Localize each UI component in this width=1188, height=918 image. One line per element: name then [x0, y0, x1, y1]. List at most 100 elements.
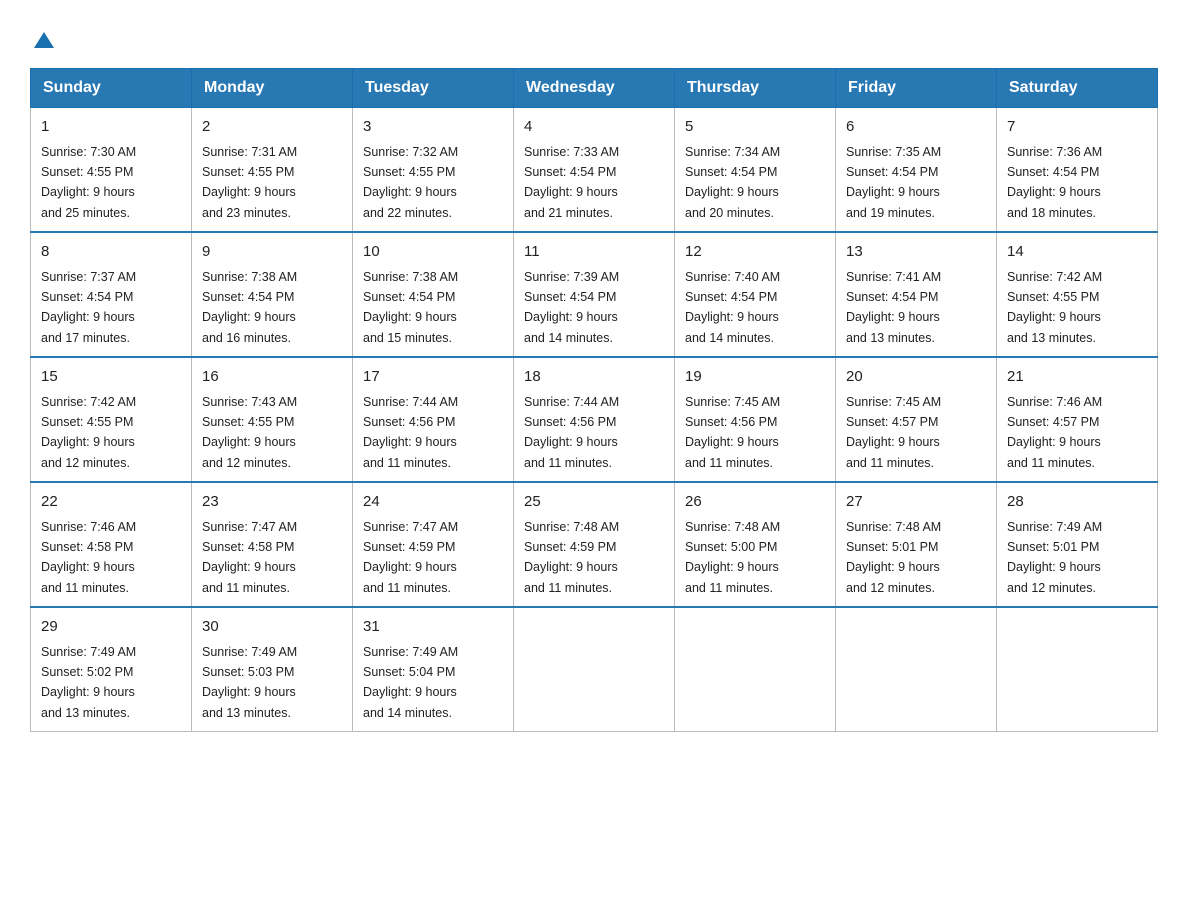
day-info: Sunrise: 7:45 AMSunset: 4:56 PMDaylight:… — [685, 395, 780, 470]
calendar-week-row: 8 Sunrise: 7:37 AMSunset: 4:54 PMDayligh… — [31, 232, 1158, 357]
calendar-cell: 22 Sunrise: 7:46 AMSunset: 4:58 PMDaylig… — [31, 482, 192, 607]
calendar-cell: 27 Sunrise: 7:48 AMSunset: 5:01 PMDaylig… — [836, 482, 997, 607]
calendar-cell: 10 Sunrise: 7:38 AMSunset: 4:54 PMDaylig… — [353, 232, 514, 357]
calendar-cell: 11 Sunrise: 7:39 AMSunset: 4:54 PMDaylig… — [514, 232, 675, 357]
col-header-friday: Friday — [836, 69, 997, 108]
calendar-cell: 7 Sunrise: 7:36 AMSunset: 4:54 PMDayligh… — [997, 108, 1158, 233]
day-number: 2 — [202, 116, 342, 139]
day-info: Sunrise: 7:47 AMSunset: 4:58 PMDaylight:… — [202, 520, 297, 595]
day-info: Sunrise: 7:43 AMSunset: 4:55 PMDaylight:… — [202, 395, 297, 470]
day-number: 21 — [1007, 366, 1147, 389]
day-number: 12 — [685, 241, 825, 264]
calendar-cell: 12 Sunrise: 7:40 AMSunset: 4:54 PMDaylig… — [675, 232, 836, 357]
calendar-cell: 28 Sunrise: 7:49 AMSunset: 5:01 PMDaylig… — [997, 482, 1158, 607]
logo — [30, 30, 54, 48]
calendar-cell: 6 Sunrise: 7:35 AMSunset: 4:54 PMDayligh… — [836, 108, 997, 233]
day-info: Sunrise: 7:41 AMSunset: 4:54 PMDaylight:… — [846, 270, 941, 345]
day-info: Sunrise: 7:48 AMSunset: 5:01 PMDaylight:… — [846, 520, 941, 595]
day-info: Sunrise: 7:37 AMSunset: 4:54 PMDaylight:… — [41, 270, 136, 345]
day-number: 15 — [41, 366, 181, 389]
day-number: 3 — [363, 116, 503, 139]
day-number: 4 — [524, 116, 664, 139]
calendar-week-row: 22 Sunrise: 7:46 AMSunset: 4:58 PMDaylig… — [31, 482, 1158, 607]
day-info: Sunrise: 7:49 AMSunset: 5:02 PMDaylight:… — [41, 645, 136, 720]
day-number: 9 — [202, 241, 342, 264]
calendar-cell: 16 Sunrise: 7:43 AMSunset: 4:55 PMDaylig… — [192, 357, 353, 482]
col-header-tuesday: Tuesday — [353, 69, 514, 108]
day-number: 23 — [202, 491, 342, 514]
calendar-cell: 9 Sunrise: 7:38 AMSunset: 4:54 PMDayligh… — [192, 232, 353, 357]
day-info: Sunrise: 7:44 AMSunset: 4:56 PMDaylight:… — [363, 395, 458, 470]
day-info: Sunrise: 7:46 AMSunset: 4:58 PMDaylight:… — [41, 520, 136, 595]
day-number: 8 — [41, 241, 181, 264]
day-number: 22 — [41, 491, 181, 514]
calendar-cell: 1 Sunrise: 7:30 AMSunset: 4:55 PMDayligh… — [31, 108, 192, 233]
calendar-cell: 15 Sunrise: 7:42 AMSunset: 4:55 PMDaylig… — [31, 357, 192, 482]
day-number: 30 — [202, 616, 342, 639]
col-header-saturday: Saturday — [997, 69, 1158, 108]
day-info: Sunrise: 7:48 AMSunset: 4:59 PMDaylight:… — [524, 520, 619, 595]
day-info: Sunrise: 7:42 AMSunset: 4:55 PMDaylight:… — [41, 395, 136, 470]
day-number: 14 — [1007, 241, 1147, 264]
calendar-cell: 8 Sunrise: 7:37 AMSunset: 4:54 PMDayligh… — [31, 232, 192, 357]
calendar-cell: 23 Sunrise: 7:47 AMSunset: 4:58 PMDaylig… — [192, 482, 353, 607]
day-number: 24 — [363, 491, 503, 514]
day-info: Sunrise: 7:49 AMSunset: 5:04 PMDaylight:… — [363, 645, 458, 720]
calendar-cell: 31 Sunrise: 7:49 AMSunset: 5:04 PMDaylig… — [353, 607, 514, 732]
day-info: Sunrise: 7:46 AMSunset: 4:57 PMDaylight:… — [1007, 395, 1102, 470]
day-number: 26 — [685, 491, 825, 514]
page-header — [30, 30, 1158, 48]
day-info: Sunrise: 7:33 AMSunset: 4:54 PMDaylight:… — [524, 145, 619, 220]
day-number: 7 — [1007, 116, 1147, 139]
calendar-cell: 5 Sunrise: 7:34 AMSunset: 4:54 PMDayligh… — [675, 108, 836, 233]
day-number: 27 — [846, 491, 986, 514]
day-number: 6 — [846, 116, 986, 139]
calendar-cell: 26 Sunrise: 7:48 AMSunset: 5:00 PMDaylig… — [675, 482, 836, 607]
calendar-cell: 24 Sunrise: 7:47 AMSunset: 4:59 PMDaylig… — [353, 482, 514, 607]
day-info: Sunrise: 7:38 AMSunset: 4:54 PMDaylight:… — [202, 270, 297, 345]
day-number: 11 — [524, 241, 664, 264]
day-info: Sunrise: 7:35 AMSunset: 4:54 PMDaylight:… — [846, 145, 941, 220]
day-info: Sunrise: 7:38 AMSunset: 4:54 PMDaylight:… — [363, 270, 458, 345]
day-info: Sunrise: 7:47 AMSunset: 4:59 PMDaylight:… — [363, 520, 458, 595]
calendar-cell: 29 Sunrise: 7:49 AMSunset: 5:02 PMDaylig… — [31, 607, 192, 732]
calendar-week-row: 15 Sunrise: 7:42 AMSunset: 4:55 PMDaylig… — [31, 357, 1158, 482]
calendar-cell: 25 Sunrise: 7:48 AMSunset: 4:59 PMDaylig… — [514, 482, 675, 607]
calendar-cell: 18 Sunrise: 7:44 AMSunset: 4:56 PMDaylig… — [514, 357, 675, 482]
calendar-cell: 30 Sunrise: 7:49 AMSunset: 5:03 PMDaylig… — [192, 607, 353, 732]
day-number: 25 — [524, 491, 664, 514]
calendar-cell — [997, 607, 1158, 732]
col-header-thursday: Thursday — [675, 69, 836, 108]
col-header-wednesday: Wednesday — [514, 69, 675, 108]
day-number: 29 — [41, 616, 181, 639]
day-number: 18 — [524, 366, 664, 389]
calendar-cell: 2 Sunrise: 7:31 AMSunset: 4:55 PMDayligh… — [192, 108, 353, 233]
day-info: Sunrise: 7:44 AMSunset: 4:56 PMDaylight:… — [524, 395, 619, 470]
day-number: 5 — [685, 116, 825, 139]
day-info: Sunrise: 7:32 AMSunset: 4:55 PMDaylight:… — [363, 145, 458, 220]
calendar-cell: 17 Sunrise: 7:44 AMSunset: 4:56 PMDaylig… — [353, 357, 514, 482]
calendar-cell: 3 Sunrise: 7:32 AMSunset: 4:55 PMDayligh… — [353, 108, 514, 233]
calendar-cell: 20 Sunrise: 7:45 AMSunset: 4:57 PMDaylig… — [836, 357, 997, 482]
day-info: Sunrise: 7:39 AMSunset: 4:54 PMDaylight:… — [524, 270, 619, 345]
day-number: 20 — [846, 366, 986, 389]
calendar-week-row: 1 Sunrise: 7:30 AMSunset: 4:55 PMDayligh… — [31, 108, 1158, 233]
day-number: 1 — [41, 116, 181, 139]
calendar-cell — [675, 607, 836, 732]
calendar-header-row: SundayMondayTuesdayWednesdayThursdayFrid… — [31, 69, 1158, 108]
calendar-cell: 4 Sunrise: 7:33 AMSunset: 4:54 PMDayligh… — [514, 108, 675, 233]
day-info: Sunrise: 7:49 AMSunset: 5:01 PMDaylight:… — [1007, 520, 1102, 595]
day-info: Sunrise: 7:45 AMSunset: 4:57 PMDaylight:… — [846, 395, 941, 470]
calendar-cell — [514, 607, 675, 732]
calendar-table: SundayMondayTuesdayWednesdayThursdayFrid… — [30, 68, 1158, 732]
day-number: 17 — [363, 366, 503, 389]
calendar-cell: 19 Sunrise: 7:45 AMSunset: 4:56 PMDaylig… — [675, 357, 836, 482]
day-number: 10 — [363, 241, 503, 264]
day-number: 16 — [202, 366, 342, 389]
day-number: 28 — [1007, 491, 1147, 514]
logo-triangle-icon — [34, 32, 54, 48]
day-info: Sunrise: 7:48 AMSunset: 5:00 PMDaylight:… — [685, 520, 780, 595]
day-info: Sunrise: 7:49 AMSunset: 5:03 PMDaylight:… — [202, 645, 297, 720]
day-info: Sunrise: 7:34 AMSunset: 4:54 PMDaylight:… — [685, 145, 780, 220]
calendar-week-row: 29 Sunrise: 7:49 AMSunset: 5:02 PMDaylig… — [31, 607, 1158, 732]
